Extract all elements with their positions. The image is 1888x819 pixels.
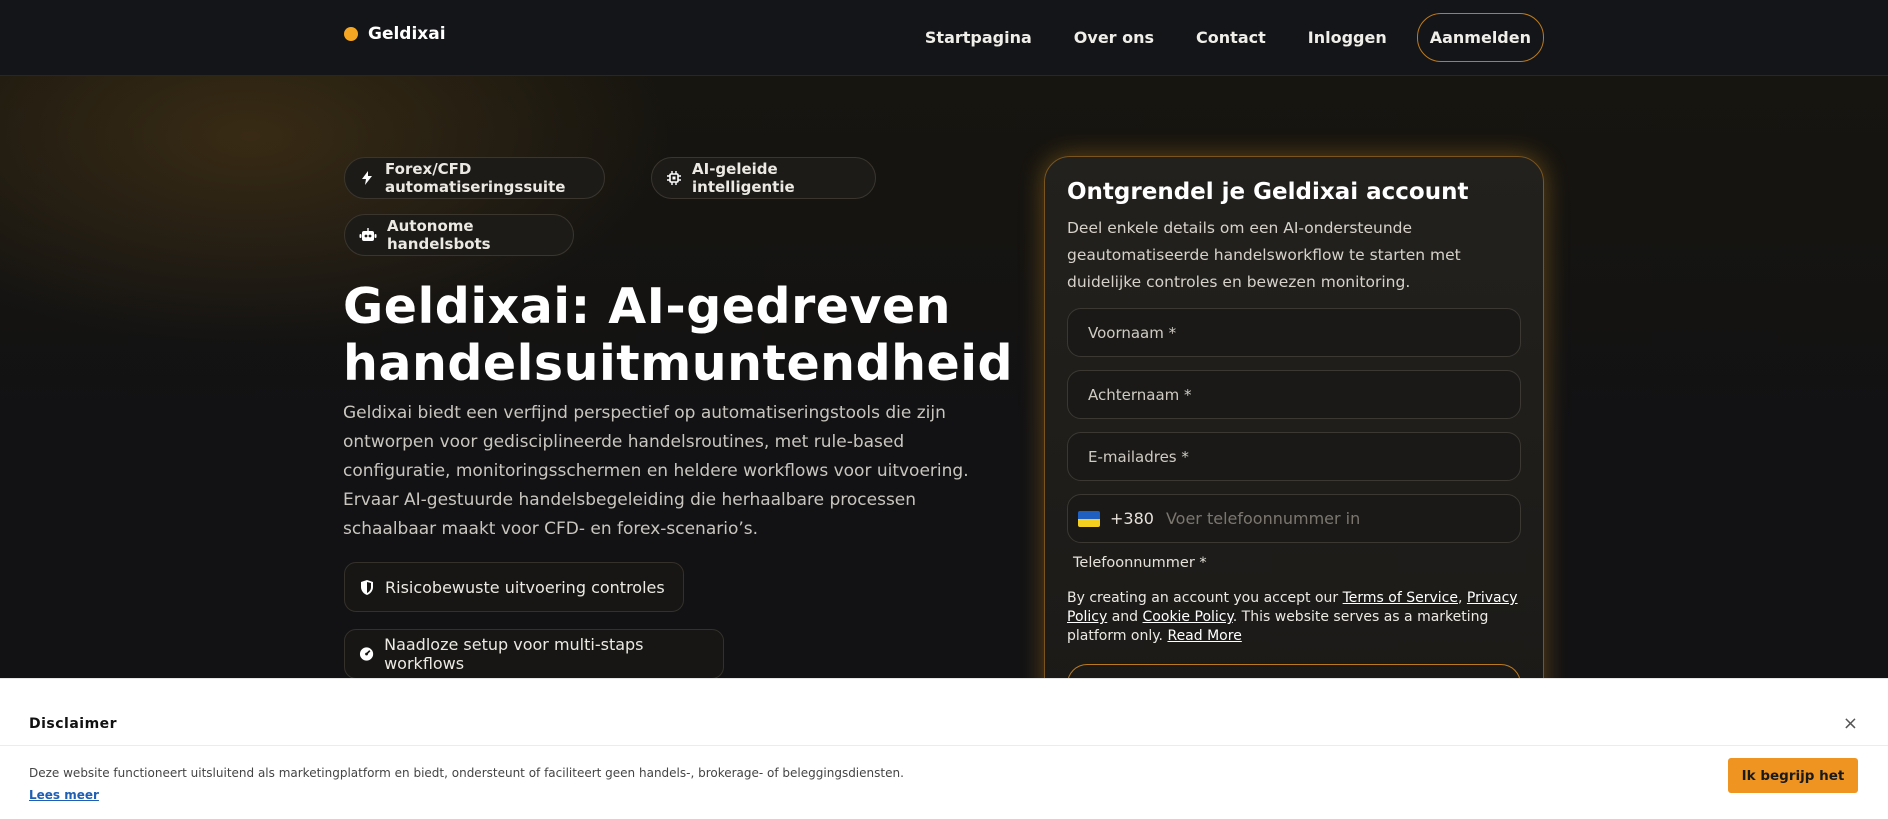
disclaimer-banner: Disclaimer × Deze website functioneert u…	[0, 678, 1888, 819]
signup-card: Ontgrendel je Geldixai account Deel enke…	[1044, 156, 1544, 716]
shield-icon	[361, 579, 373, 595]
tag-label: AI-geleide intelligentie	[692, 160, 795, 196]
disclaimer-divider	[0, 745, 1888, 746]
phone-field[interactable]: +380 Voer telefoonnummer in	[1067, 494, 1521, 543]
accept-disclaimer-button[interactable]: Ik begrijp het	[1728, 758, 1858, 793]
form-subtitle: Deel enkele details om een AI-ondersteun…	[1067, 219, 1461, 291]
form-title: Ontgrendel je Geldixai account	[1067, 179, 1469, 205]
disclaimer-text: Deze website functioneert uitsluitend al…	[29, 766, 904, 780]
feature-label: Risicobewuste uitvoering controles	[385, 577, 665, 597]
nav-link-inloggen[interactable]: Inloggen	[1308, 28, 1387, 47]
signup-button[interactable]: Aanmelden	[1416, 13, 1544, 62]
phone-label: Telefoonnummer *	[1073, 555, 1207, 571]
disclaimer-read-more-link[interactable]: Lees meer	[29, 788, 99, 802]
last-name-field[interactable]: Achternaam *	[1067, 370, 1521, 419]
hero-title: Geldixai: AI-gedreven handelsuitmuntendh…	[343, 278, 1014, 392]
phone-placeholder[interactable]: Voer telefoonnummer in	[1166, 509, 1360, 528]
feature-multistep-setup: Naadloze setup voor multi-staps workflow…	[344, 629, 724, 679]
brand-logo[interactable]: Geldixai	[344, 24, 446, 44]
robot-icon	[359, 228, 377, 241]
feature-risk-controls: Risicobewuste uitvoering controles	[344, 562, 684, 612]
nav-link-contact[interactable]: Contact	[1196, 28, 1266, 47]
tag-ai-intelligence: AI-geleide intelligentie	[651, 157, 876, 199]
close-icon[interactable]: ×	[1843, 713, 1858, 734]
read-more-link[interactable]: Read More	[1167, 628, 1241, 644]
dial-code[interactable]: +380	[1110, 509, 1154, 528]
chip-icon	[667, 171, 681, 185]
feature-label: Naadloze setup voor multi-staps workflow…	[384, 635, 644, 673]
first-name-field[interactable]: Voornaam *	[1067, 308, 1521, 357]
brand-dot-icon	[344, 27, 358, 41]
gauge-icon	[359, 647, 374, 661]
tag-autonomous-bots: Autonome handelsbots	[344, 214, 574, 256]
email-field[interactable]: E-mailadres *	[1067, 432, 1521, 481]
ukraine-flag-icon[interactable]	[1078, 510, 1100, 527]
tag-forex-cfd: Forex/CFD automatiseringssuite	[344, 157, 605, 199]
tag-label: Forex/CFD automatiseringssuite	[385, 160, 566, 196]
terms-of-service-link[interactable]: Terms of Service	[1343, 590, 1458, 606]
hero-description: Geldixai biedt een verfijnd perspectief …	[343, 403, 969, 539]
cookie-policy-link[interactable]: Cookie Policy	[1143, 609, 1233, 625]
top-navbar: Geldixai Startpagina Over ons Contact In…	[0, 0, 1888, 76]
lightning-icon	[362, 171, 372, 185]
brand-name: Geldixai	[368, 24, 446, 44]
disclaimer-title: Disclaimer	[29, 716, 118, 732]
terms-text: By creating an account you accept our Te…	[1067, 590, 1518, 644]
tag-label: Autonome handelsbots	[387, 217, 491, 253]
main-nav: Startpagina Over ons Contact Inloggen Aa…	[883, 13, 1544, 62]
nav-link-startpagina[interactable]: Startpagina	[925, 28, 1032, 47]
nav-link-over-ons[interactable]: Over ons	[1074, 28, 1154, 47]
